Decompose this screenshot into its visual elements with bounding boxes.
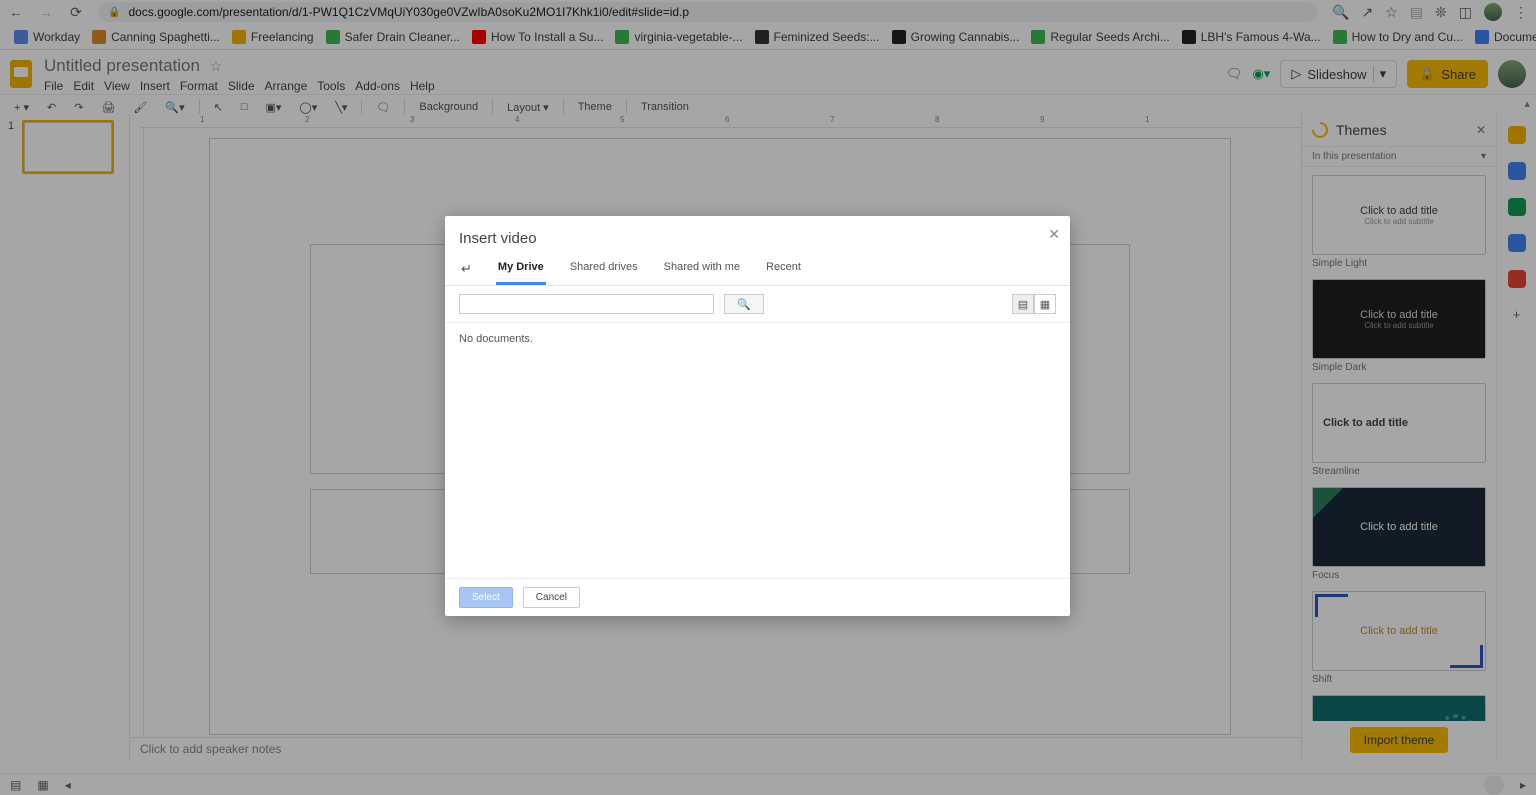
dialog-cancel-button[interactable]: Cancel [523, 587, 580, 608]
dialog-search-button[interactable]: 🔍 [724, 294, 764, 314]
dialog-title: Insert video [445, 216, 1070, 253]
dialog-search-input[interactable] [459, 294, 714, 314]
dialog-footer: Select Cancel [445, 578, 1070, 616]
list-view-icon[interactable]: ▤ [1012, 294, 1034, 314]
dialog-empty-text: No documents. [459, 333, 533, 345]
dialog-body: No documents. [445, 323, 1070, 578]
dialog-toolbar: 🔍 ▤ ▦ [445, 286, 1070, 323]
dialog-tab[interactable]: Recent [764, 253, 803, 285]
dialog-select-button[interactable]: Select [459, 587, 513, 608]
dialog-tab[interactable]: Shared with me [662, 253, 742, 285]
dialog-tab[interactable]: My Drive [496, 253, 546, 285]
dialog-view-toggle: ▤ ▦ [1012, 294, 1056, 314]
dialog-tab[interactable]: Shared drives [568, 253, 640, 285]
dialog-back-icon[interactable]: ↵ [459, 253, 474, 285]
dialog-close-icon[interactable]: ✕ [1048, 226, 1060, 243]
dialog-tabs: ↵ My Drive Shared drives Shared with me Rec… [445, 253, 1070, 286]
grid-view-icon-dlg[interactable]: ▦ [1034, 294, 1056, 314]
insert-video-dialog: Insert video ✕ ↵ My Drive Shared drives Sh… [445, 216, 1070, 616]
